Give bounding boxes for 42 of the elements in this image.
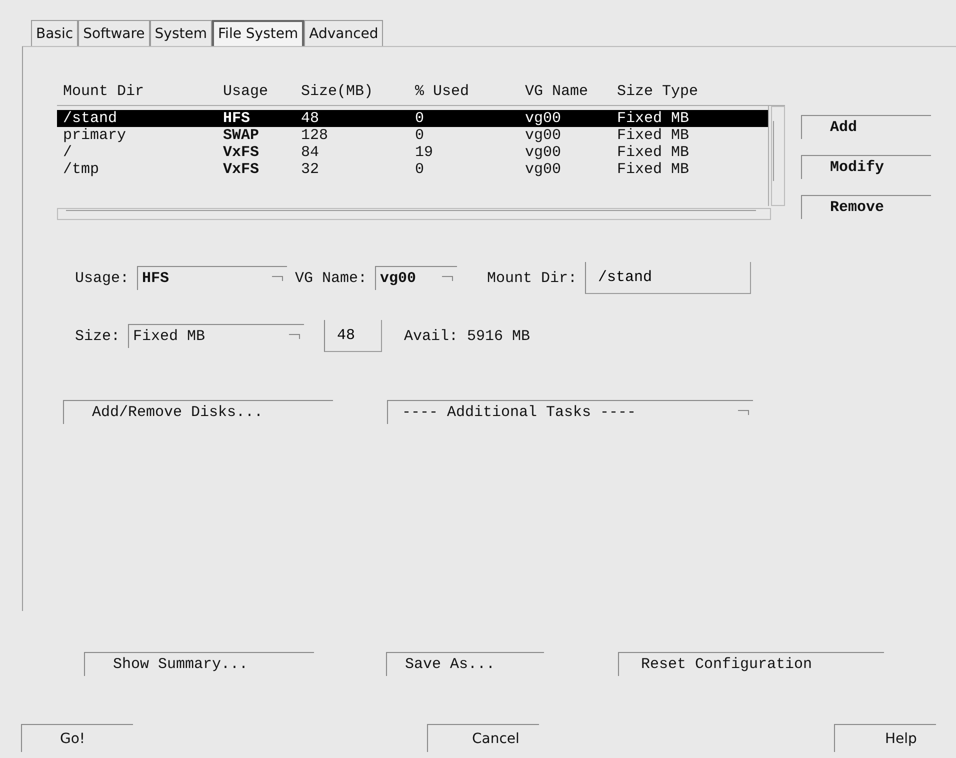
vertical-scrollbar[interactable]: [771, 106, 785, 206]
action-button[interactable]: Save As...: [386, 652, 544, 676]
table-row[interactable]: /stand HFS 48 0 vg00 Fixed MB: [57, 110, 768, 127]
column-header: Size Type: [617, 82, 700, 100]
tab[interactable]: Software: [78, 20, 150, 46]
usage-dropdown[interactable]: HFS: [137, 266, 288, 290]
table-row[interactable]: / VxFS 84 19 vg00 Fixed MB: [57, 144, 768, 161]
table-row[interactable]: primary SWAP 128 0 vg00 Fixed MB: [57, 127, 768, 144]
list-button[interactable]: Remove: [801, 195, 931, 219]
action-button[interactable]: Show Summary...: [84, 652, 314, 676]
list-button[interactable]: Modify: [801, 155, 931, 179]
list-button[interactable]: Add: [801, 115, 931, 139]
usage-label: Usage:: [75, 270, 130, 286]
column-header: % Used: [415, 82, 470, 100]
option-indicator-icon: [289, 334, 300, 339]
option-indicator-icon: [738, 410, 749, 415]
size-type-dropdown[interactable]: Fixed MB: [128, 324, 304, 348]
column-header: Usage: [223, 82, 270, 100]
dialog-button[interactable]: Cancel: [427, 724, 539, 752]
vg-name-label: VG Name:: [295, 270, 368, 286]
add-remove-disks-button[interactable]: Add/Remove Disks...: [63, 400, 333, 424]
mount-dir-field[interactable]: /stand: [585, 262, 752, 294]
mount-dir-label: Mount Dir:: [487, 270, 578, 286]
avail-text: Avail: 5916 MB: [404, 328, 530, 344]
table-row[interactable]: /tmp VxFS 32 0 vg00 Fixed MB: [57, 161, 768, 178]
size-field[interactable]: 48: [324, 320, 382, 352]
tab[interactable]: Basic: [31, 20, 78, 46]
column-header: Size(MB): [301, 82, 374, 100]
option-indicator-icon: [442, 276, 454, 281]
tab[interactable]: Advanced: [304, 20, 384, 46]
dialog-button[interactable]: Help: [834, 724, 936, 752]
horizontal-scrollbar[interactable]: [57, 208, 771, 220]
vg-name-dropdown[interactable]: vg00: [375, 266, 458, 290]
size-label: Size:: [75, 328, 120, 344]
dialog-button[interactable]: Go!: [21, 724, 133, 752]
additional-tasks-dropdown[interactable]: ---- Additional Tasks ----: [387, 400, 753, 424]
column-header: Mount Dir: [63, 82, 146, 100]
option-indicator-icon: [272, 276, 284, 281]
tab[interactable]: System: [150, 20, 212, 46]
tab[interactable]: File System: [212, 20, 304, 46]
column-header: VG Name: [525, 82, 590, 100]
action-button[interactable]: Reset Configuration: [618, 652, 884, 676]
